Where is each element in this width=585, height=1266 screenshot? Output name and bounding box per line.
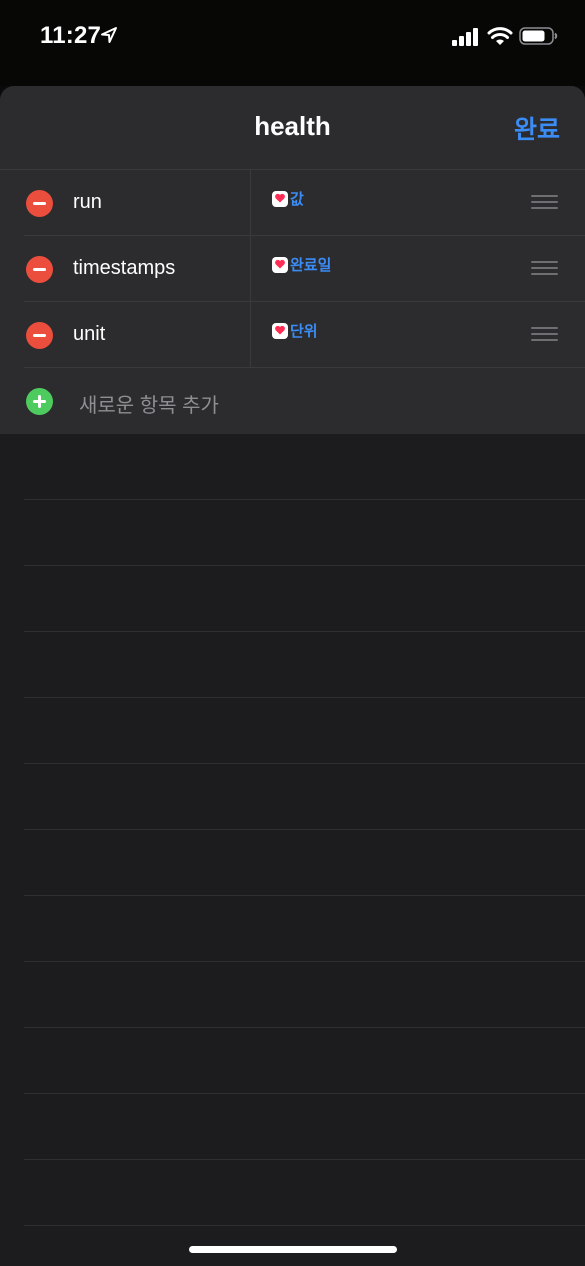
empty-row: [24, 830, 585, 896]
add-item-row[interactable]: 새로운 항목 추가: [0, 368, 585, 434]
empty-row: [24, 896, 585, 962]
battery-icon: [519, 27, 558, 45]
location-arrow-icon: [101, 27, 117, 43]
cellular-signal-icon: [452, 28, 478, 46]
column-divider: [250, 170, 251, 236]
reorder-handle-icon[interactable]: [531, 195, 558, 211]
column-divider: [250, 236, 251, 302]
list-item: timestamps 완료일: [0, 236, 585, 302]
home-indicator[interactable]: [189, 1246, 397, 1253]
sheet-header: health 완료: [0, 86, 585, 170]
health-heart-icon: [272, 256, 288, 273]
empty-row: [24, 500, 585, 566]
empty-row: [24, 1094, 585, 1160]
delete-button[interactable]: [26, 256, 53, 283]
add-icon[interactable]: [26, 388, 53, 415]
wifi-icon: [487, 27, 513, 45]
empty-list-area: [0, 434, 585, 1226]
empty-row: [24, 1160, 585, 1226]
empty-row: [24, 764, 585, 830]
empty-row: [24, 632, 585, 698]
list-item: run 값: [0, 170, 585, 236]
reorder-handle-icon[interactable]: [531, 261, 558, 277]
reorder-handle-icon[interactable]: [531, 327, 558, 343]
field-tag[interactable]: 완료일: [272, 254, 331, 275]
list-item: unit 단위: [0, 302, 585, 368]
sheet: health 완료 run 값 timestamps 완료일 unit 단위 새…: [0, 86, 585, 1266]
item-name[interactable]: unit: [73, 323, 105, 346]
item-name[interactable]: timestamps: [73, 257, 175, 280]
status-bar: 11:27: [0, 0, 585, 86]
status-time: 11:27: [40, 22, 102, 49]
delete-button[interactable]: [26, 322, 53, 349]
field-tag[interactable]: 값: [272, 188, 304, 209]
item-name[interactable]: run: [73, 191, 102, 214]
done-button[interactable]: 완료: [514, 110, 560, 146]
empty-row: [24, 698, 585, 764]
empty-row: [24, 1028, 585, 1094]
health-heart-icon: [272, 322, 288, 339]
health-heart-icon: [272, 190, 288, 207]
field-label: 완료일: [290, 257, 332, 274]
add-item-label: 새로운 항목 추가: [79, 395, 219, 417]
empty-row: [24, 434, 585, 500]
page-title: health: [254, 111, 331, 141]
field-tag[interactable]: 단위: [272, 320, 318, 341]
delete-button[interactable]: [26, 190, 53, 217]
empty-row: [24, 566, 585, 632]
empty-row: [24, 962, 585, 1028]
field-label: 단위: [290, 323, 318, 340]
field-label: 값: [290, 191, 304, 208]
column-divider: [250, 302, 251, 368]
item-list: run 값 timestamps 완료일 unit 단위 새로운 항목 추가: [0, 170, 585, 434]
